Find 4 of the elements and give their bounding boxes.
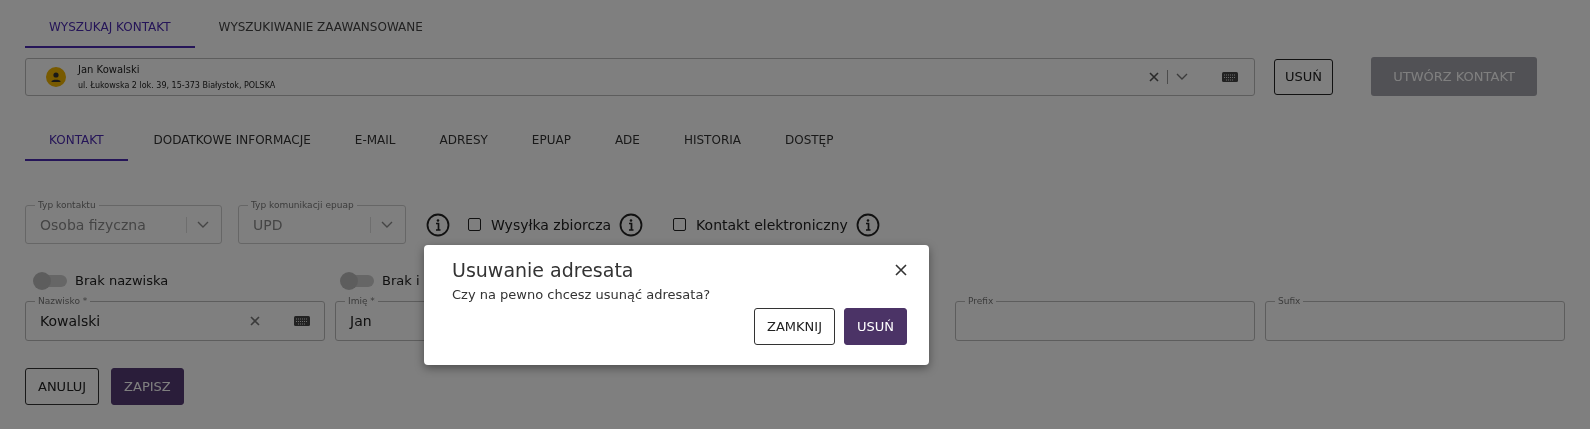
dialog-message: Czy na pewno chcesz usunąć adresata? [452,287,712,302]
contact-address: ul. Łukowska 2 lok. 39, 15-373 Białystok, POLSKA [78,80,277,90]
contact-name: Jan Kowalski [78,63,141,75]
dialog-title: Usuwanie adresata [452,259,634,281]
